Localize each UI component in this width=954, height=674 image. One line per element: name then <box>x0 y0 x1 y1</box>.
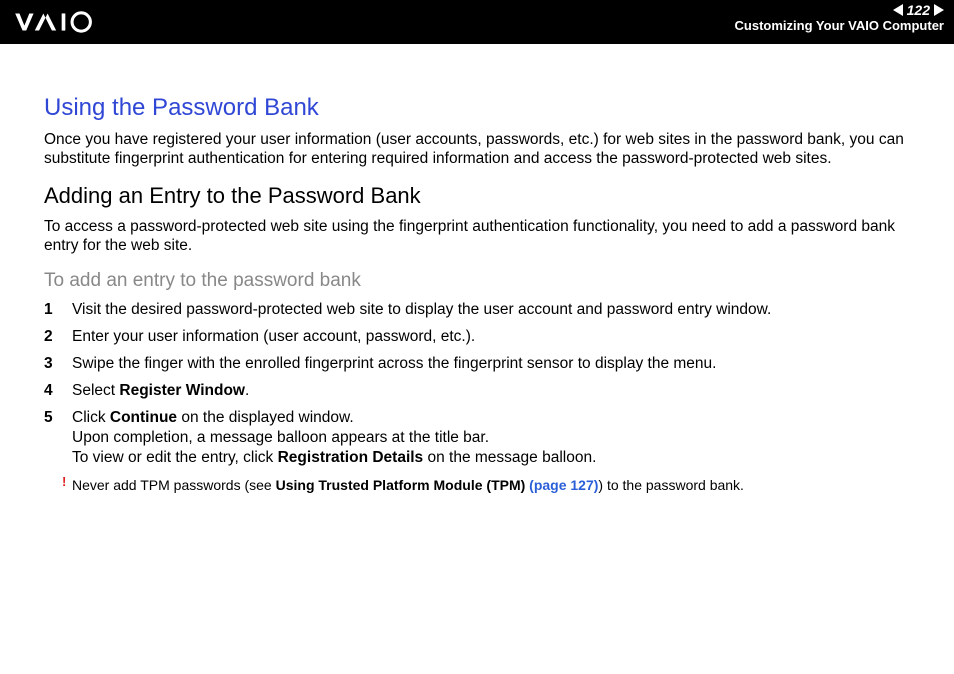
page-navigation: 122 <box>735 2 944 18</box>
warning-note: ! Never add TPM passwords (see Using Tru… <box>44 476 910 495</box>
step-bold: Register Window <box>119 382 245 399</box>
prev-page-icon[interactable] <box>893 4 903 16</box>
step-bold: Continue <box>110 409 177 426</box>
next-page-icon[interactable] <box>934 4 944 16</box>
page-content: Using the Password Bank Once you have re… <box>0 44 954 495</box>
note-text: Never add TPM passwords (see Using Trust… <box>72 477 744 493</box>
step-item: Enter your user information (user accoun… <box>44 327 910 347</box>
vaio-logo <box>14 11 124 33</box>
step-text: . <box>245 382 249 399</box>
step-subtext: To view or edit the entry, click Registr… <box>72 448 910 468</box>
note-pre: Never add TPM passwords (see <box>72 477 276 493</box>
step-item: Select Register Window. <box>44 381 910 401</box>
note-post: ) to the password bank. <box>598 477 744 493</box>
step-text: on the displayed window. <box>177 409 354 426</box>
warning-icon: ! <box>62 474 66 489</box>
step-bold: Registration Details <box>278 449 424 466</box>
step-text: To view or edit the entry, click <box>72 449 278 466</box>
step-subtext: Upon completion, a message balloon appea… <box>72 428 910 448</box>
page-number: 122 <box>907 2 930 18</box>
step-item: Click Continue on the displayed window. … <box>44 408 910 468</box>
steps-list: Visit the desired password-protected web… <box>44 300 910 469</box>
section-title: Customizing Your VAIO Computer <box>735 18 944 33</box>
step-item: Swipe the finger with the enrolled finge… <box>44 354 910 374</box>
step-text: Swipe the finger with the enrolled finge… <box>72 355 716 372</box>
heading-secondary: Adding an Entry to the Password Bank <box>44 183 910 209</box>
page-link[interactable]: (page 127) <box>529 477 598 493</box>
step-text: Visit the desired password-protected web… <box>72 301 771 318</box>
intro-paragraph: Once you have registered your user infor… <box>44 130 910 169</box>
step-text: Enter your user information (user accoun… <box>72 328 475 345</box>
step-item: Visit the desired password-protected web… <box>44 300 910 320</box>
step-text: Select <box>72 382 119 399</box>
heading-procedure: To add an entry to the password bank <box>44 270 910 292</box>
header-bar: 122 Customizing Your VAIO Computer <box>0 0 954 44</box>
note-bold: Using Trusted Platform Module (TPM) <box>276 477 530 493</box>
step-text: Click <box>72 409 110 426</box>
section-paragraph: To access a password-protected web site … <box>44 217 910 256</box>
header-right: 122 Customizing Your VAIO Computer <box>735 2 944 33</box>
heading-primary: Using the Password Bank <box>44 94 910 122</box>
step-text: on the message balloon. <box>423 449 596 466</box>
